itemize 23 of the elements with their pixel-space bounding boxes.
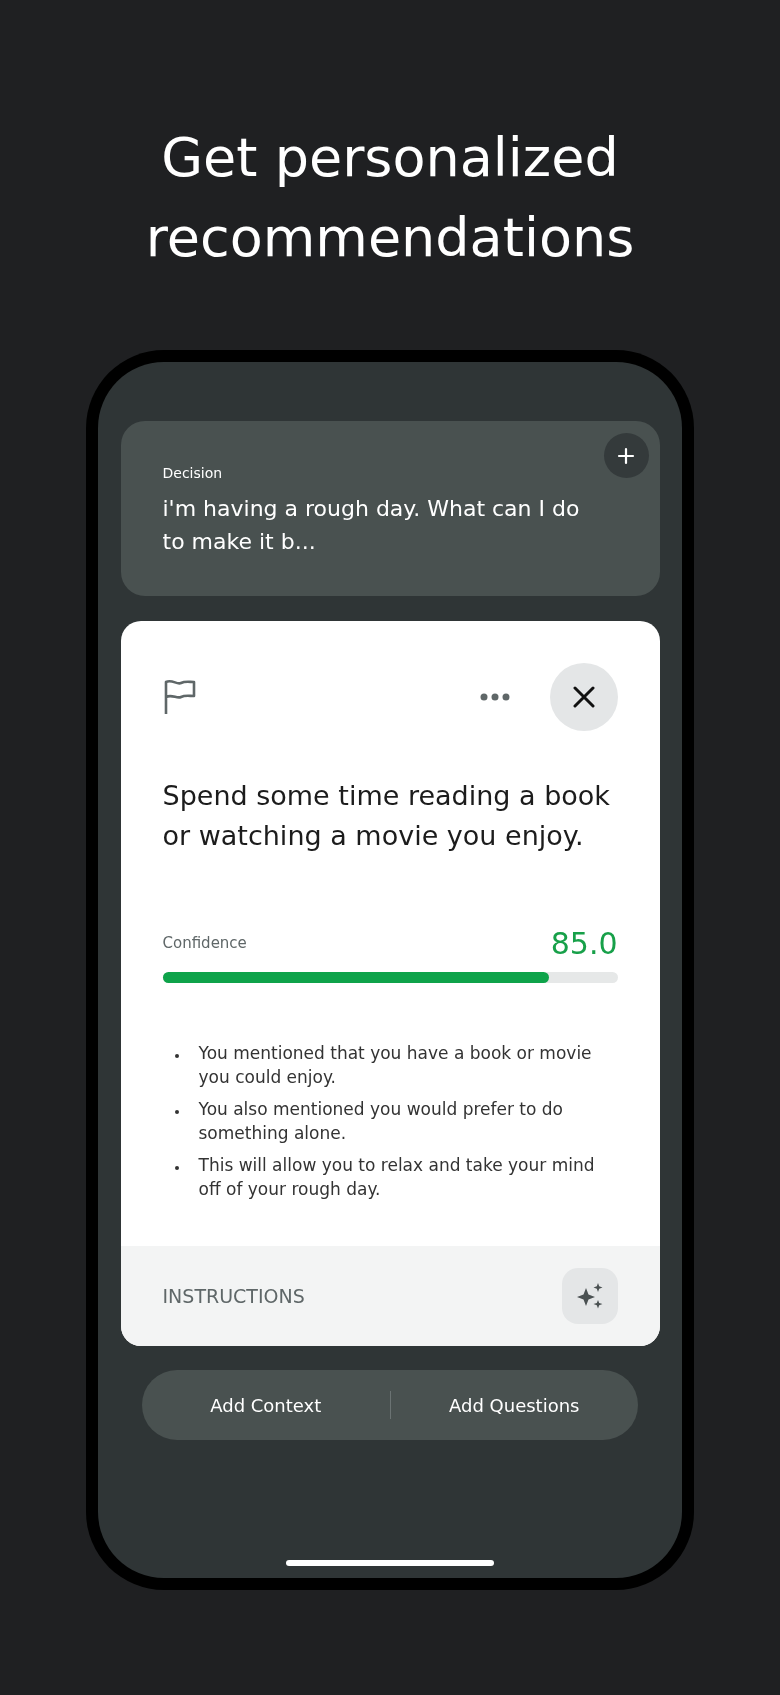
confidence-value: 85.0	[550, 925, 618, 963]
decision-label: Decision	[162, 464, 224, 483]
sparkle-icon	[575, 1282, 604, 1310]
reason-text: This will allow you to relax and take your mind off of your rough day.	[198, 1154, 596, 1201]
bullet-icon	[174, 1110, 179, 1114]
action-button[interactable]: Add Questions	[390, 1370, 638, 1440]
instructions-label: INSTRUCTIONS	[162, 1283, 305, 1309]
confidence-label: Confidence	[162, 932, 247, 954]
recommendation-title: Spend some time reading a book or watching a movie you enjoy.	[161, 779, 611, 853]
close-icon	[572, 686, 595, 708]
bullet-icon	[174, 1166, 179, 1170]
reason-text: You mentioned that you have a book or movie you could enjoy.	[198, 1042, 593, 1089]
headline: Get personalized recommendations	[144, 125, 636, 271]
decision-text: i'm having a rough day. What can I do to make it b...	[162, 495, 581, 556]
add-button[interactable]	[603, 433, 649, 478]
sparkle-button[interactable]	[561, 1268, 618, 1324]
plus-icon	[617, 446, 635, 465]
flag-icon[interactable]	[162, 679, 197, 715]
action-button[interactable]: Add Context	[142, 1370, 390, 1440]
bullet-icon	[174, 1054, 179, 1058]
reason-text: You also mentioned you would prefer to do something alone.	[198, 1098, 565, 1145]
more-icon[interactable]	[479, 692, 510, 702]
instructions-bar[interactable]: INSTRUCTIONS	[120, 1246, 660, 1346]
